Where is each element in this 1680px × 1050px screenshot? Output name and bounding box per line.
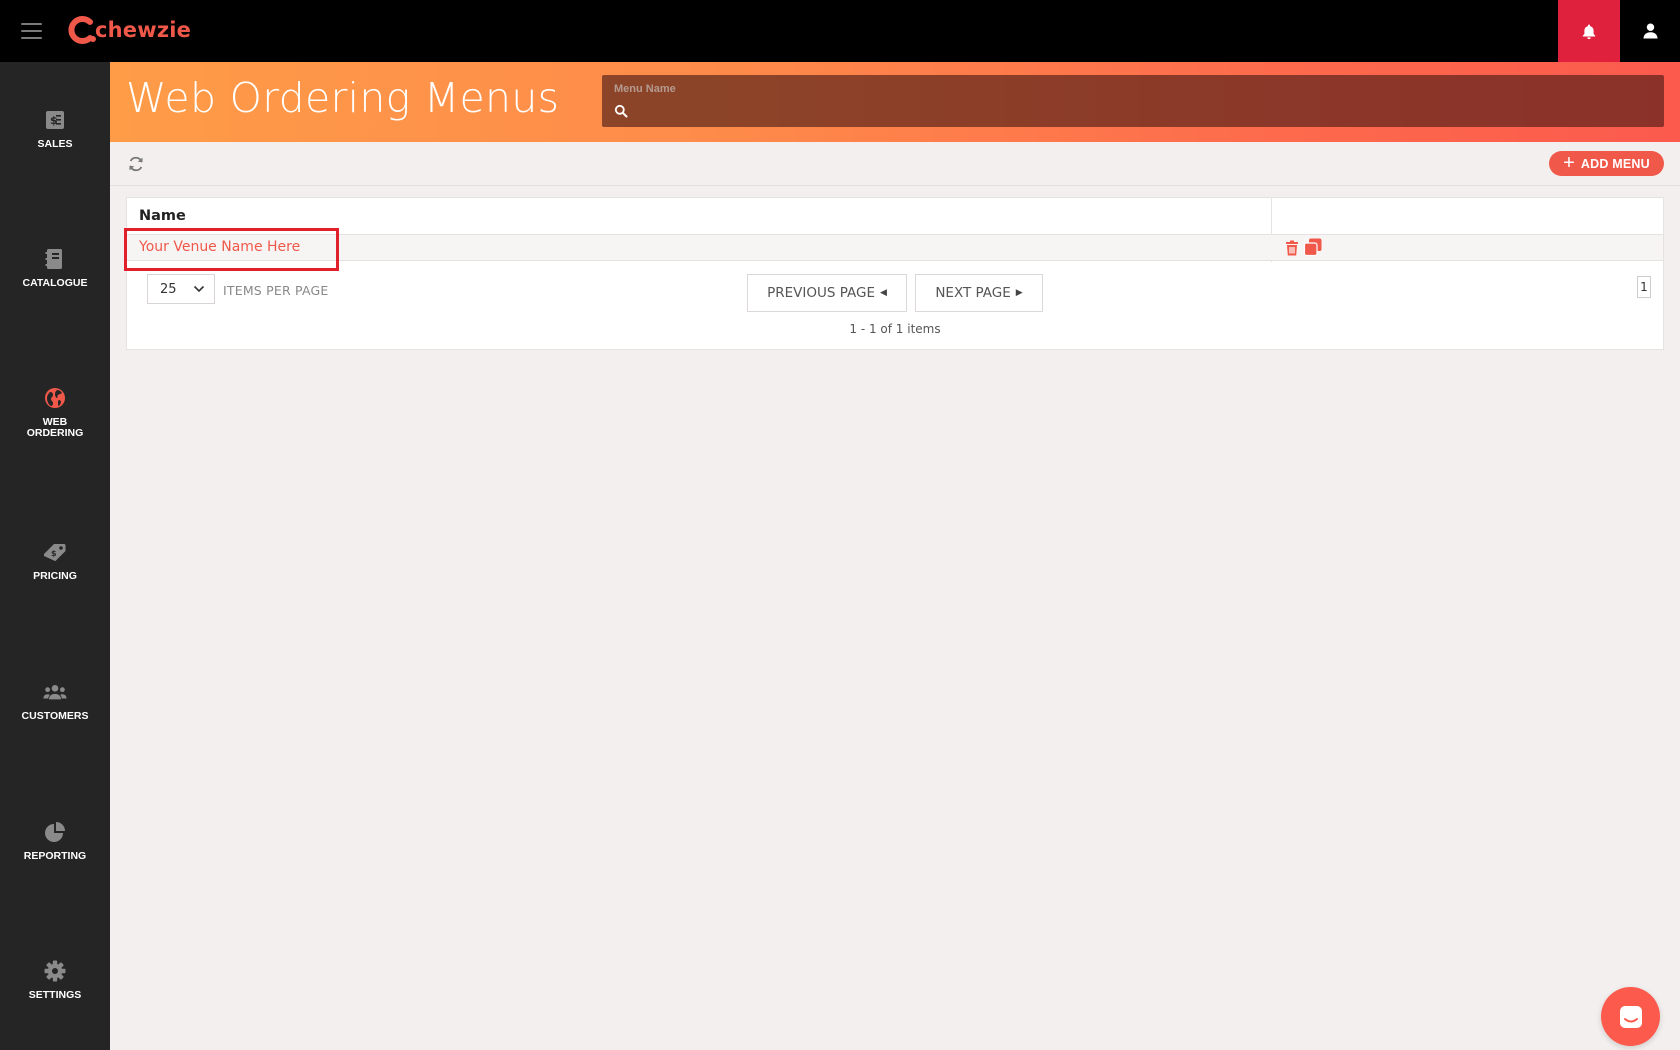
sidebar-item-label: SALES: [37, 138, 73, 150]
user-icon: [1643, 23, 1657, 39]
page-number-button[interactable]: 1: [1637, 276, 1651, 298]
logo[interactable]: chewzie: [66, 13, 191, 47]
menu-name-link[interactable]: Your Venue Name Here: [139, 239, 300, 255]
add-menu-label: ADD MENU: [1580, 156, 1650, 171]
pager: 25 ITEMS PER PAGE PREVIOUS PAGE ◀ NEXT P…: [127, 262, 1663, 350]
sidebar-item-catalogue[interactable]: CATALOGUE: [0, 247, 110, 289]
sidebar-item-label: REPORTING: [23, 850, 87, 862]
logo-mark-icon: [68, 16, 96, 44]
sales-receipt-icon: $: [43, 108, 67, 132]
sidebar: $ SALES CATALOGUE WEB ORDERING $ PRICING…: [0, 62, 110, 1050]
refresh-icon[interactable]: [126, 154, 146, 174]
menu-name-search[interactable]: Menu Name: [602, 75, 1664, 127]
table-row: Your Venue Name Here: [124, 228, 1663, 271]
chevron-down-icon: [193, 285, 205, 293]
next-page-label: NEXT PAGE: [935, 285, 1011, 301]
menus-table: Name Your Venue Name Here 25 ITEMS PER P…: [124, 197, 1664, 350]
sidebar-item-label: CUSTOMERS: [21, 710, 89, 722]
add-menu-button[interactable]: + ADD MENU: [1549, 151, 1664, 176]
bell-icon: [1582, 24, 1596, 39]
page-header: Web Ordering Menus Menu Name: [110, 62, 1680, 142]
toolbar: + ADD MENU: [110, 142, 1680, 186]
sidebar-item-reporting[interactable]: REPORTING: [0, 820, 110, 862]
items-per-page-label: ITEMS PER PAGE: [223, 283, 329, 298]
top-bar: chewzie: [0, 0, 1680, 62]
svg-text:$: $: [51, 549, 57, 558]
previous-page-label: PREVIOUS PAGE: [767, 285, 875, 301]
search-input[interactable]: [632, 101, 1642, 121]
chat-support-button[interactable]: [1601, 987, 1660, 1046]
column-header-name[interactable]: Name: [139, 208, 186, 224]
plus-icon: +: [1563, 151, 1575, 174]
trash-icon[interactable]: [1285, 240, 1299, 256]
previous-page-button[interactable]: PREVIOUS PAGE ◀: [747, 274, 907, 312]
search-icon: [614, 104, 628, 118]
sidebar-item-settings[interactable]: SETTINGS: [0, 959, 110, 1001]
user-profile-button[interactable]: [1620, 0, 1680, 62]
sidebar-item-label: SETTINGS: [28, 989, 82, 1001]
pager-range-info: 1 - 1 of 1 items: [849, 322, 941, 336]
caret-right-icon: ▶: [1015, 288, 1023, 298]
page-size-value: 25: [160, 281, 177, 297]
globe-icon: [43, 386, 67, 410]
sidebar-item-label: CATALOGUE: [22, 277, 88, 289]
sidebar-item-label: PRICING: [33, 570, 77, 582]
hamburger-menu-icon[interactable]: [21, 23, 42, 39]
pie-chart-icon: [43, 820, 67, 844]
page-size-select[interactable]: 25: [147, 274, 215, 304]
copy-icon[interactable]: [1304, 238, 1322, 256]
logo-text: chewzie: [95, 18, 192, 42]
sidebar-item-label: WEB ORDERING: [26, 416, 84, 439]
customers-group-icon: [43, 680, 67, 704]
page-title: Web Ordering Menus: [126, 74, 560, 122]
sidebar-item-web-ordering[interactable]: WEB ORDERING: [0, 386, 110, 439]
catalogue-book-icon: [43, 247, 67, 271]
chat-icon: [1619, 1005, 1642, 1028]
next-page-button[interactable]: NEXT PAGE ▶: [915, 274, 1043, 312]
caret-left-icon: ◀: [879, 288, 887, 298]
price-tag-icon: $: [43, 540, 67, 564]
sidebar-item-sales[interactable]: $ SALES: [0, 108, 110, 150]
notifications-button[interactable]: [1558, 0, 1620, 62]
table-header: Name: [127, 198, 1663, 235]
gear-icon: [43, 959, 67, 983]
sidebar-item-customers[interactable]: CUSTOMERS: [0, 680, 110, 722]
search-label: Menu Name: [614, 83, 676, 95]
sidebar-item-pricing[interactable]: $ PRICING: [0, 540, 110, 582]
